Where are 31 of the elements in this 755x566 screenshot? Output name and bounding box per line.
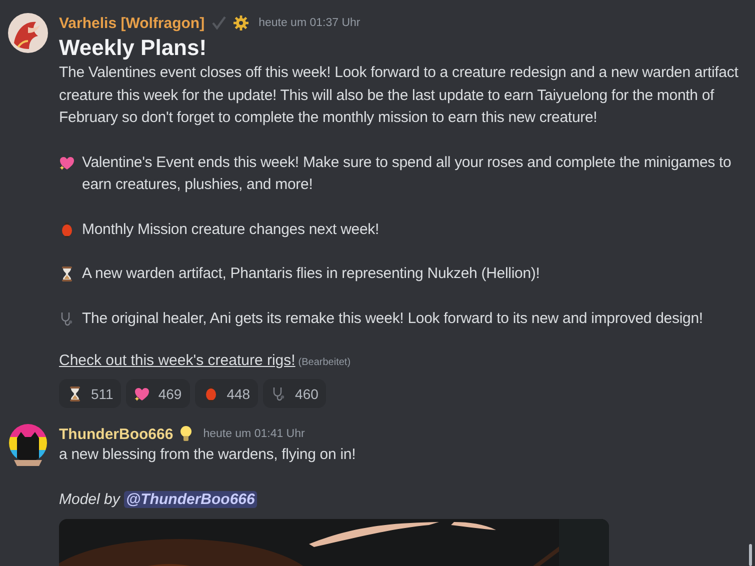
message-text: The Valentines event closes off this week! Look forward to a creature redesign and a new warden artifact creature this week for the update! This will also be the last update to earn Taiyuelong for the month of February so don't forget to complete the monthly mission to earn this new creature! (59, 63, 740, 128)
message-text: Monthly Mission creature changes next week! (82, 220, 380, 240)
lightbulb-icon (179, 425, 194, 443)
author-name[interactable]: Varhelis [Wolfragon] (59, 14, 205, 32)
lantern-icon (59, 222, 75, 238)
timestamp: heute um 01:37 Uhr (258, 17, 360, 29)
avatar (8, 13, 48, 53)
author-name[interactable]: ThunderBoo666 (59, 426, 174, 442)
reaction-button[interactable]: 469 (126, 379, 190, 408)
reaction-button[interactable]: 448 (194, 379, 258, 408)
scrollbar-thumb[interactable] (749, 544, 752, 566)
message-text: A new warden artifact, Phantaris flies in representing Nukzeh (Hellion)! (82, 264, 541, 284)
avatar (8, 424, 48, 468)
sparkling-heart-icon (59, 154, 75, 171)
timestamp: heute um 01:41 Uhr (203, 428, 305, 440)
user-mention[interactable]: @ThunderBoo666 (124, 490, 257, 508)
hourglass-icon (59, 266, 75, 282)
reaction-button[interactable]: 460 (263, 379, 326, 408)
reaction-button[interactable]: 511 (59, 379, 122, 408)
message-text: Valentine's Event ends this week! Make sure to spend all your roses and complete the minigames to earn creatures, plushies, and more! (82, 152, 732, 195)
stethoscope-icon (59, 310, 75, 327)
edited-label: (Bearbeitet) (298, 357, 351, 368)
message-text: The original healer, Ani gets its remake this week! Look forward to its new and improved design! (82, 308, 704, 328)
hourglass-icon (67, 386, 83, 402)
message-text: a new blessing from the wardens, flying on in! (59, 445, 357, 465)
credit-text: Model by @ThunderBoo666 (59, 490, 258, 510)
sparkling-heart-icon (134, 386, 150, 402)
message-title: Weekly Plans! (59, 35, 208, 61)
gear-icon (232, 15, 249, 31)
checkmark-icon (210, 15, 227, 31)
rigs-link[interactable]: Check out this week's creature rigs! (59, 352, 296, 369)
